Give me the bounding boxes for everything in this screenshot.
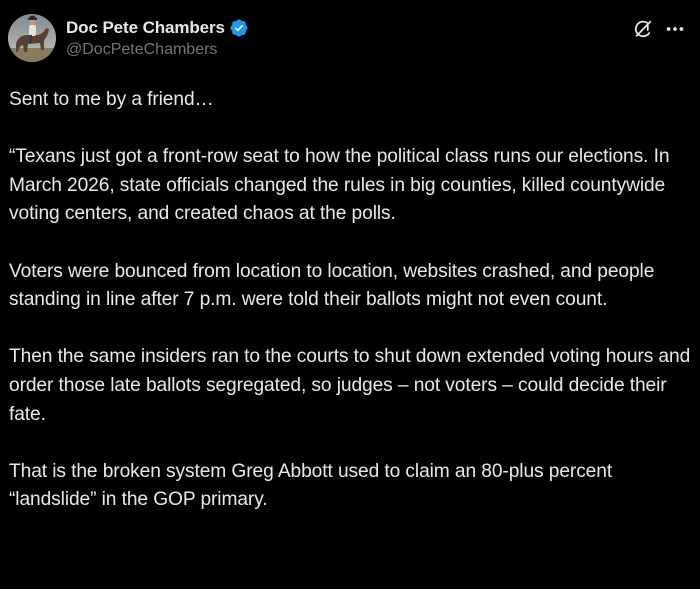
more-options-icon[interactable] — [664, 18, 686, 40]
avatar[interactable] — [8, 14, 56, 62]
verified-badge-icon[interactable] — [229, 18, 249, 38]
tweet-actions — [632, 18, 686, 40]
display-name[interactable]: Doc Pete Chambers — [66, 18, 225, 38]
tweet-text: Sent to me by a friend… “Texans just got… — [9, 89, 691, 511]
grok-icon[interactable] — [632, 18, 654, 40]
author-names: Doc Pete Chambers @DocPeteChambers — [66, 16, 249, 59]
display-name-row: Doc Pete Chambers — [66, 16, 249, 40]
author-handle[interactable]: @DocPeteChambers — [66, 41, 249, 59]
tweet-header: Doc Pete Chambers @DocPeteChambers — [8, 14, 692, 66]
avatar-photo-icon — [8, 14, 56, 62]
